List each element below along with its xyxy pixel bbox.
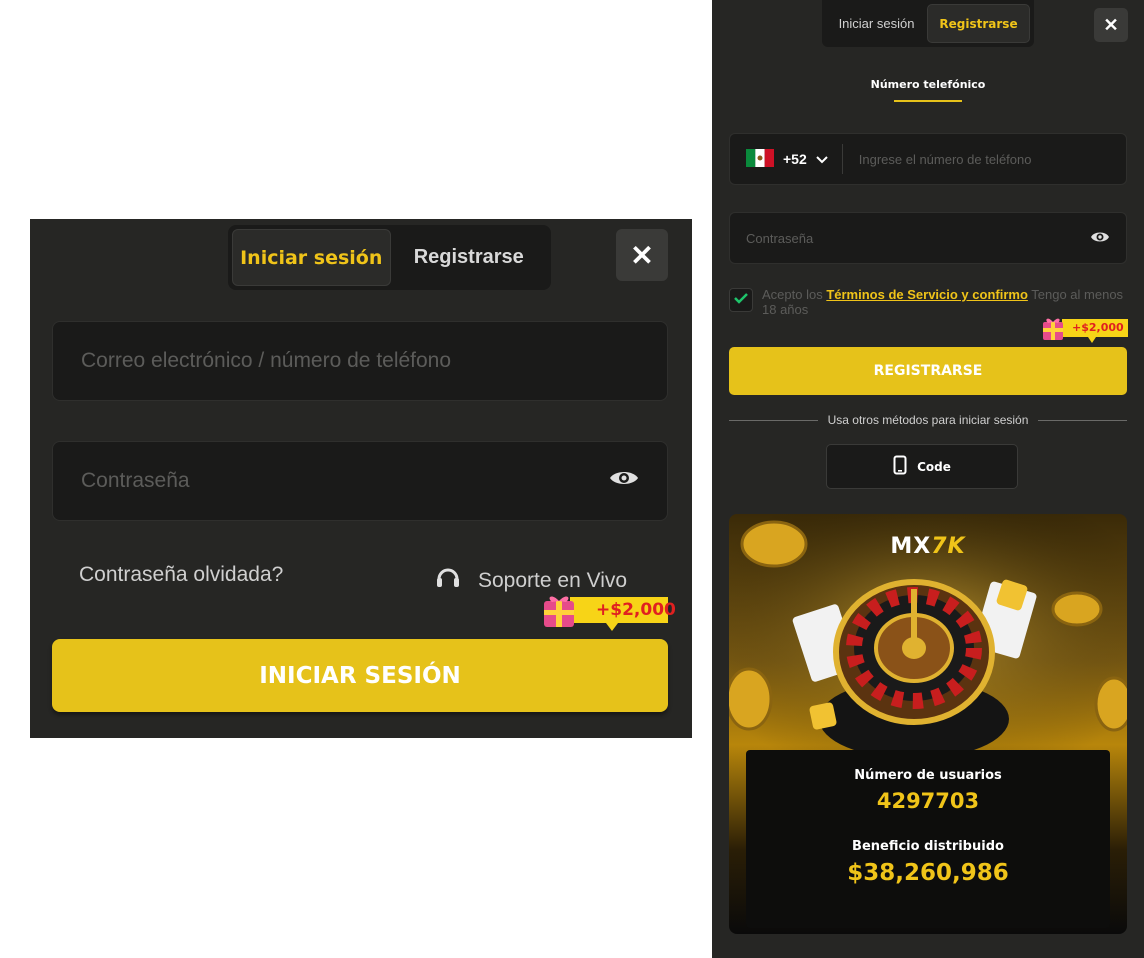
checkmark-icon xyxy=(734,291,748,309)
other-methods-divider: Usa otros métodos para iniciar sesión xyxy=(729,412,1128,428)
code-login-button[interactable]: Code xyxy=(826,444,1018,489)
brand-logo-accent: 7K xyxy=(931,534,966,559)
stats-card: Número de usuarios 4297703 Beneficio dis… xyxy=(746,750,1110,928)
close-icon: ✕ xyxy=(630,239,654,271)
country-code-label: +52 xyxy=(783,151,807,167)
password-input[interactable]: Contraseña xyxy=(52,441,668,521)
bonus-badge: +$2,000 xyxy=(540,593,676,635)
mexico-flag-icon xyxy=(746,148,774,170)
bonus-badge: +$2,000 xyxy=(1040,316,1128,346)
forgot-password-link[interactable]: Contraseña olvidada? xyxy=(79,563,283,587)
divider-line xyxy=(729,419,818,421)
phone-field: +52 Ingrese el número de teléfono xyxy=(729,133,1127,185)
users-value: 4297703 xyxy=(876,789,980,813)
eye-icon[interactable] xyxy=(609,468,639,494)
headset-icon xyxy=(436,565,460,597)
eye-icon[interactable] xyxy=(1090,230,1110,247)
benefit-label: Beneficio distribuido xyxy=(852,839,1004,854)
country-code-select[interactable]: +52 xyxy=(730,144,843,174)
brand-logo-main: MX xyxy=(890,534,932,559)
tab-register[interactable]: Registrarse xyxy=(391,229,548,286)
code-button-label: Code xyxy=(917,459,951,474)
benefit-value: $38,260,986 xyxy=(847,860,1009,886)
register-tab-switcher: Iniciar sesión Registrarse xyxy=(822,0,1034,47)
tab-register[interactable]: Registrarse xyxy=(927,4,1030,43)
login-submit-button[interactable]: INICIAR SESIÓN xyxy=(52,639,668,712)
close-button[interactable]: ✕ xyxy=(616,229,668,281)
active-tab-indicator xyxy=(894,100,962,102)
bonus-badge-amount: +$2,000 xyxy=(596,600,676,620)
promo-banner: MX7K Número de usuarios 4297703 Benefici… xyxy=(729,514,1127,934)
brand-logo: MX7K xyxy=(729,534,1127,559)
close-icon: ✕ xyxy=(1103,14,1119,35)
terms-prefix: Acepto los xyxy=(762,287,827,302)
register-submit-button[interactable]: REGISTRARSE xyxy=(729,347,1127,395)
login-tab-switcher: Iniciar sesión Registrarse xyxy=(228,225,551,290)
password-input[interactable]: Contraseña xyxy=(729,212,1127,264)
close-button[interactable]: ✕ xyxy=(1094,8,1128,42)
email-phone-placeholder: Correo electrónico / número de teléfono xyxy=(81,349,452,372)
password-placeholder: Contraseña xyxy=(81,469,190,492)
tab-login[interactable]: Iniciar sesión xyxy=(826,4,927,43)
live-support-label: Soporte en Vivo xyxy=(478,569,628,592)
divider-line xyxy=(1038,419,1128,421)
phone-number-input[interactable]: Ingrese el número de teléfono xyxy=(843,152,1032,167)
terms-of-service-link[interactable]: Términos de Servicio y confirmo xyxy=(826,287,1028,302)
chevron-down-icon xyxy=(816,151,828,167)
register-panel: Iniciar sesión Registrarse ✕ Número tele… xyxy=(712,0,1144,958)
terms-checkbox[interactable] xyxy=(729,288,753,312)
terms-text: Acepto los Términos de Servicio y confir… xyxy=(762,287,1132,317)
email-phone-input[interactable]: Correo electrónico / número de teléfono xyxy=(52,321,668,401)
password-placeholder: Contraseña xyxy=(746,230,814,246)
tab-login[interactable]: Iniciar sesión xyxy=(232,229,391,286)
other-methods-label: Usa otros métodos para iniciar sesión xyxy=(827,413,1029,427)
bonus-badge-amount: +$2,000 xyxy=(1072,321,1124,334)
phone-icon xyxy=(893,455,907,478)
login-panel: Iniciar sesión Registrarse ✕ Correo elec… xyxy=(30,219,692,738)
users-label: Número de usuarios xyxy=(854,768,1002,783)
tab-phone-method[interactable]: Número telefónico xyxy=(712,78,1144,91)
